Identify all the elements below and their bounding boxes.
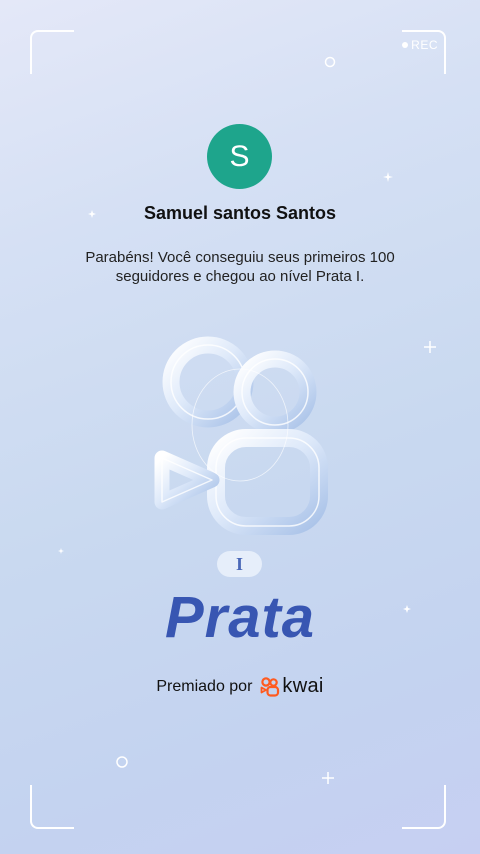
level-name-title: Prata: [164, 585, 316, 650]
awarded-by-label: Premiado por: [156, 677, 253, 695]
level-roman-text: I: [235, 553, 243, 574]
viewfinder-corner-top-right: [402, 30, 446, 74]
kwai-brand-icon: [261, 676, 280, 697]
kwai-logo: kwai: [260, 675, 323, 698]
viewfinder-corner-bottom-left: [30, 785, 74, 829]
circle-sparkle-icon: [116, 756, 128, 768]
plus-sparkle-icon: [424, 341, 436, 353]
awarded-by-row: Premiado por kwai: [0, 675, 480, 698]
viewfinder-corner-bottom-right: [402, 785, 446, 829]
kwai-camera-badge-icon: [154, 336, 328, 535]
rec-dot-icon: [402, 42, 409, 48]
congratulations-message: Parabéns! Você conseguiu seus primeiros …: [85, 249, 395, 285]
circle-sparkle-icon: [324, 56, 336, 68]
avatar: S: [207, 124, 272, 189]
kwai-wordmark: kwai: [282, 675, 324, 697]
rec-indicator: REC: [402, 38, 438, 52]
star-sparkle-icon: [383, 172, 393, 182]
viewfinder-corner-top-left: [30, 30, 74, 74]
star-sparkle-icon: [58, 548, 64, 554]
plus-sparkle-icon: [322, 772, 334, 784]
user-name: Samuel santos Santos: [143, 203, 337, 223]
level-roman-badge: I: [217, 551, 262, 577]
rec-label: REC: [411, 38, 438, 52]
avatar-initial: S: [229, 139, 250, 173]
